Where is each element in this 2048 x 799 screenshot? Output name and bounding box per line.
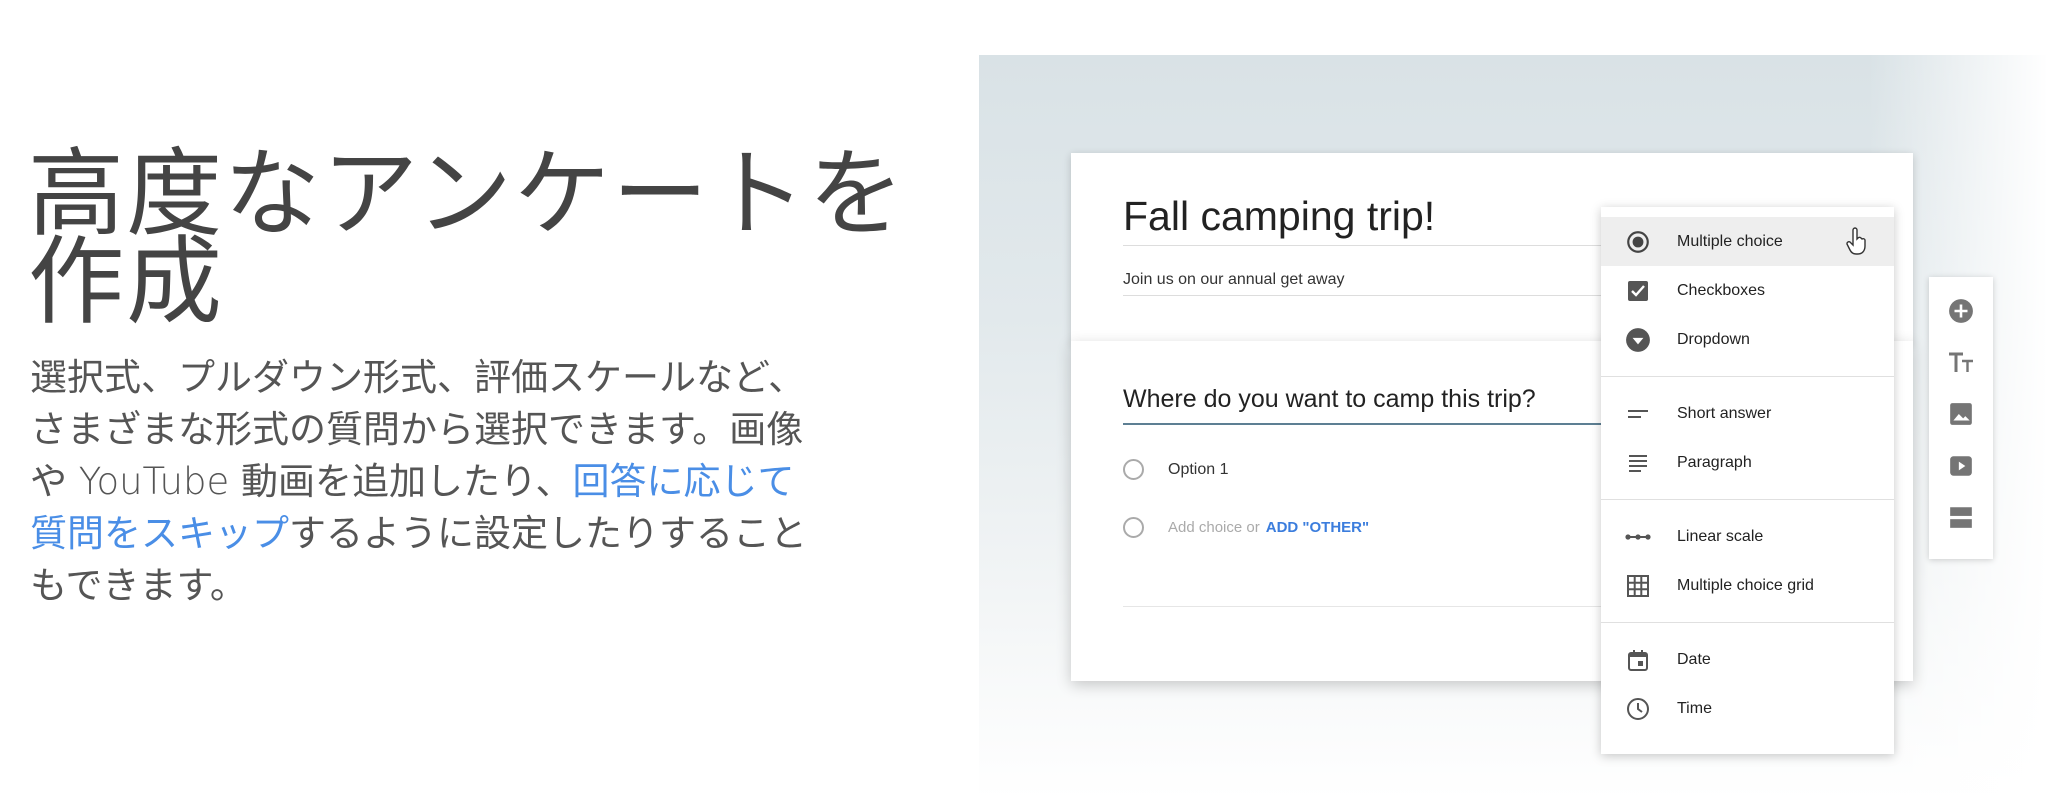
menu-item-label: Paragraph: [1677, 453, 1752, 471]
menu-item-linear-scale[interactable]: Linear scale: [1601, 512, 1894, 561]
menu-item-multiple-choice-grid[interactable]: Multiple choice grid: [1601, 561, 1894, 610]
paragraph-icon: [1625, 450, 1651, 476]
question-divider: [1123, 606, 1633, 607]
menu-item-label: Time: [1677, 699, 1712, 717]
menu-item-date[interactable]: Date: [1601, 635, 1894, 684]
hand-cursor-icon: [1846, 227, 1868, 262]
hero-description: 選択式、プルダウン形式、評価スケールなど、さまざまな形式の質問から選択できます。…: [30, 352, 830, 612]
menu-item-label: Date: [1677, 650, 1711, 668]
add-choice-input[interactable]: Add choice or: [1168, 519, 1260, 536]
menu-item-label: Checkboxes: [1677, 281, 1766, 299]
menu-item-label: Multiple choice grid: [1677, 576, 1814, 594]
question-title-underline: [1123, 423, 1633, 425]
form-description[interactable]: Join us on our annual get away: [1123, 271, 1344, 289]
menu-item-checkboxes[interactable]: Checkboxes: [1601, 266, 1894, 315]
option-label[interactable]: Option 1: [1168, 461, 1228, 479]
checkbox-icon: [1625, 278, 1651, 304]
short-text-icon: [1625, 401, 1651, 427]
section-icon[interactable]: [1941, 497, 1981, 537]
add-other-link[interactable]: ADD "OTHER": [1266, 519, 1369, 536]
page-title: 高度なアンケートを作成: [28, 138, 907, 338]
menu-separator: [1601, 499, 1894, 500]
menu-item-multiple-choice[interactable]: Multiple choice: [1601, 217, 1894, 266]
question-type-menu: Multiple choice Checkboxes Dropdown Shor…: [1601, 207, 1894, 754]
menu-item-short-answer[interactable]: Short answer: [1601, 389, 1894, 438]
video-icon[interactable]: [1941, 446, 1981, 486]
radio-checked-icon: [1625, 229, 1651, 255]
menu-item-time[interactable]: Time: [1601, 684, 1894, 733]
menu-item-paragraph[interactable]: Paragraph: [1601, 438, 1894, 487]
dropdown-icon: [1625, 327, 1651, 353]
menu-item-label: Short answer: [1677, 404, 1772, 422]
grid-icon: [1625, 573, 1651, 599]
menu-item-label: Dropdown: [1677, 330, 1750, 348]
question-title[interactable]: Where do you want to camp this trip?: [1123, 385, 1536, 414]
image-icon[interactable]: [1941, 394, 1981, 434]
form-editor-illustration: Fall camping trip! Join us on our annual…: [979, 55, 2048, 799]
form-title[interactable]: Fall camping trip!: [1123, 193, 1435, 240]
title-text-icon[interactable]: [1941, 343, 1981, 383]
menu-item-label: Multiple choice: [1677, 232, 1783, 250]
form-side-toolbar: [1929, 277, 1993, 559]
clock-icon: [1625, 696, 1651, 722]
option-row: Option 1: [1123, 459, 1228, 480]
add-question-icon[interactable]: [1941, 291, 1981, 331]
menu-separator: [1601, 622, 1894, 623]
menu-separator: [1601, 376, 1894, 377]
linear-scale-icon: [1625, 524, 1651, 550]
menu-item-dropdown[interactable]: Dropdown: [1601, 315, 1894, 364]
radio-button: [1123, 517, 1144, 538]
calendar-icon: [1625, 647, 1651, 673]
add-choice-row: Add choice or ADD "OTHER": [1123, 517, 1369, 538]
menu-item-label: Linear scale: [1677, 527, 1764, 545]
radio-button[interactable]: [1123, 459, 1144, 480]
